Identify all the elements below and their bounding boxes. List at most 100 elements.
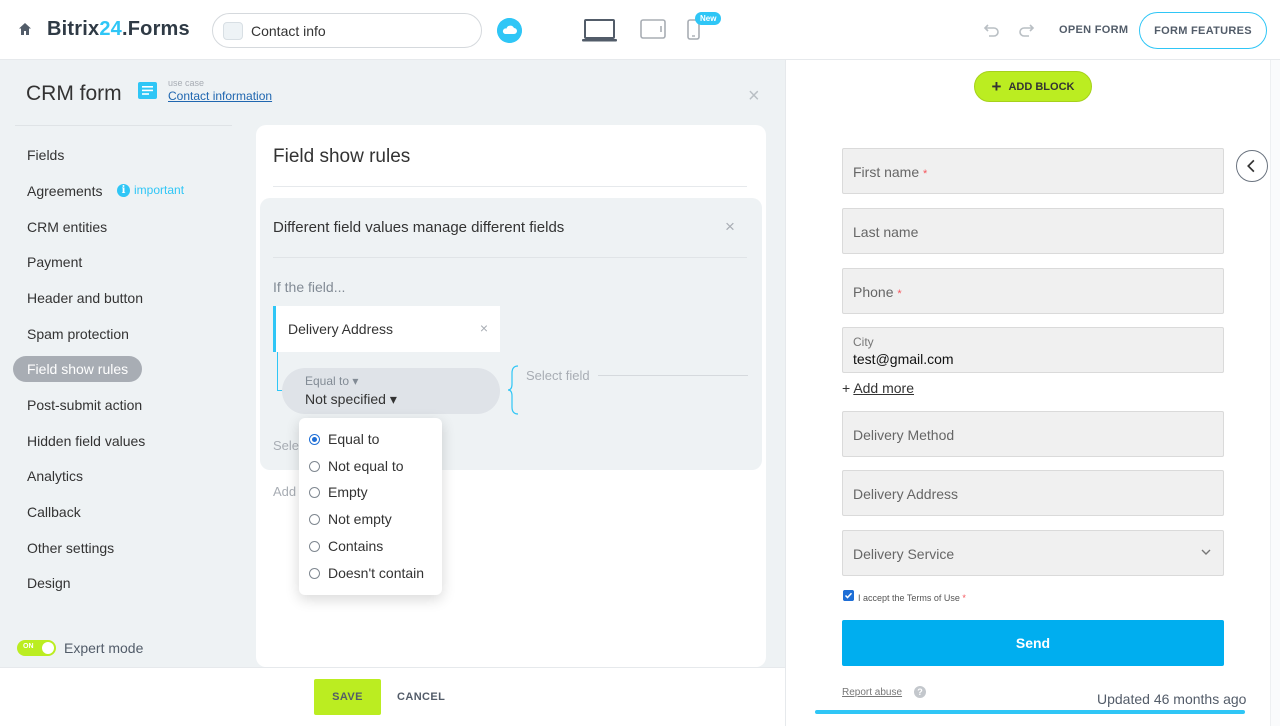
delivery-method-placeholder: Delivery Method bbox=[853, 427, 955, 443]
chevron-down-icon bbox=[1201, 549, 1211, 555]
first-name-placeholder: First name bbox=[853, 164, 920, 180]
delivery-address-placeholder: Delivery Address bbox=[853, 486, 959, 502]
operator-selector[interactable]: Equal to ▾ Not specified ▾ bbox=[282, 368, 500, 414]
expert-mode-label: Expert mode bbox=[64, 640, 144, 656]
redo-icon[interactable] bbox=[1018, 22, 1035, 38]
important-badge[interactable]: i important bbox=[117, 183, 184, 197]
updated-timestamp: Updated 46 months ago bbox=[1097, 691, 1247, 707]
preview-scrollbar[interactable] bbox=[1270, 60, 1280, 726]
delivery-service-placeholder: Delivery Service bbox=[853, 546, 955, 562]
nav-item-callback[interactable]: Callback bbox=[13, 499, 95, 525]
select-field-line bbox=[598, 375, 748, 376]
form-features-button[interactable]: FORM FEATURES bbox=[1139, 12, 1267, 49]
use-case-label: use case bbox=[168, 78, 205, 88]
nav-item-post-submit-action[interactable]: Post-submit action bbox=[13, 392, 156, 418]
add-rule-partial-text[interactable]: Add bbox=[273, 484, 296, 499]
nav-item-fields[interactable]: Fields bbox=[13, 142, 78, 168]
add-block-label: ADD BLOCK bbox=[1008, 80, 1075, 93]
city-value: test@gmail.com bbox=[853, 351, 954, 367]
terms-label: I accept the Terms of Use * bbox=[858, 593, 966, 603]
add-more-link[interactable]: + Add more bbox=[842, 380, 914, 396]
last-name-placeholder: Last name bbox=[853, 224, 919, 240]
plus-icon: + bbox=[842, 380, 851, 396]
nav-item-design[interactable]: Design bbox=[13, 570, 85, 596]
menu-item-not-equal-to[interactable]: Not equal to bbox=[309, 456, 404, 476]
phone-placeholder: Phone bbox=[853, 284, 894, 300]
connector-line bbox=[277, 352, 278, 390]
delivery-address-input[interactable]: Delivery Address bbox=[842, 470, 1224, 516]
menu-item-label: Empty bbox=[328, 484, 368, 500]
use-case-link[interactable]: Contact information bbox=[168, 89, 272, 103]
rule-block-divider bbox=[273, 257, 747, 258]
nav-item-spam-protection[interactable]: Spam protection bbox=[13, 321, 143, 347]
nav-item-crm-entities[interactable]: CRM entities bbox=[13, 214, 121, 240]
report-abuse-link[interactable]: Report abuse bbox=[842, 687, 902, 698]
preview-bottom-bar bbox=[815, 710, 1245, 714]
nav-item-hidden-field-values[interactable]: Hidden field values bbox=[13, 428, 159, 454]
first-name-input[interactable]: First name * bbox=[842, 148, 1224, 194]
plus-icon: + bbox=[991, 77, 1002, 96]
radio-icon bbox=[309, 513, 320, 525]
menu-item-label: Doesn't contain bbox=[328, 565, 425, 581]
phone-input[interactable]: Phone * bbox=[842, 268, 1224, 314]
menu-item-empty[interactable]: Empty bbox=[309, 482, 368, 502]
expert-mode-toggle[interactable]: ON bbox=[17, 640, 56, 656]
send-button[interactable]: Send bbox=[842, 620, 1224, 666]
add-more-label: Add more bbox=[853, 380, 915, 396]
radio-checked-icon bbox=[309, 433, 320, 445]
nav-item-payment[interactable]: Payment bbox=[13, 249, 96, 275]
nav-divider bbox=[15, 125, 232, 126]
nav-item-analytics[interactable]: Analytics bbox=[13, 463, 97, 489]
form-name-field[interactable]: Contact info bbox=[212, 13, 482, 48]
nav-item-other-settings[interactable]: Other settings bbox=[13, 535, 128, 561]
nav-item-agreements[interactable]: Agreements bbox=[13, 178, 116, 204]
terms-checkbox[interactable] bbox=[843, 590, 854, 601]
condition-field-name: Delivery Address bbox=[288, 321, 394, 337]
toggle-knob bbox=[42, 642, 54, 654]
select-field-link[interactable]: Select field bbox=[526, 368, 590, 383]
required-mark: * bbox=[897, 288, 902, 300]
add-block-button[interactable]: + ADD BLOCK bbox=[974, 71, 1092, 102]
condition-field-chip[interactable]: Delivery Address × bbox=[273, 306, 500, 352]
open-form-button[interactable]: OPEN FORM bbox=[1059, 24, 1128, 36]
menu-item-not-empty[interactable]: Not empty bbox=[309, 509, 392, 529]
menu-item-doesnt-contain[interactable]: Doesn't contain bbox=[309, 563, 424, 583]
info-icon: i bbox=[117, 183, 130, 197]
collapse-preview-button[interactable] bbox=[1236, 150, 1268, 182]
desktop-view-icon[interactable] bbox=[582, 19, 617, 43]
radio-icon bbox=[309, 460, 320, 472]
operator-dropdown-menu: Equal to Not equal to Empty Not empty Co… bbox=[299, 418, 442, 595]
city-label: City bbox=[853, 335, 874, 349]
menu-item-label: Equal to bbox=[328, 431, 380, 447]
menu-item-equal-to[interactable]: Equal to bbox=[309, 429, 379, 449]
tablet-view-icon[interactable] bbox=[640, 19, 666, 41]
cloud-save-icon[interactable] bbox=[497, 18, 522, 43]
city-input[interactable]: City test@gmail.com bbox=[842, 327, 1224, 373]
if-field-label: If the field... bbox=[273, 279, 346, 295]
menu-item-contains[interactable]: Contains bbox=[309, 536, 383, 556]
delivery-method-input[interactable]: Delivery Method bbox=[842, 411, 1224, 457]
remove-field-icon[interactable]: × bbox=[480, 320, 488, 336]
undo-icon[interactable] bbox=[983, 22, 1000, 38]
panel-close-icon[interactable]: × bbox=[748, 86, 760, 106]
radio-icon bbox=[309, 486, 320, 498]
radio-icon bbox=[309, 540, 320, 552]
new-badge: New bbox=[695, 12, 722, 25]
app-logo[interactable]: Bitrix24.Forms bbox=[47, 18, 190, 41]
delivery-service-select[interactable]: Delivery Service bbox=[842, 530, 1224, 576]
form-name-text: Contact info bbox=[251, 23, 326, 39]
rule-block-close-icon[interactable]: × bbox=[725, 218, 735, 235]
radio-icon bbox=[309, 567, 320, 579]
required-mark: * bbox=[923, 168, 928, 180]
save-button[interactable]: SAVE bbox=[314, 679, 381, 715]
last-name-input[interactable]: Last name bbox=[842, 208, 1224, 254]
rules-divider bbox=[273, 186, 747, 187]
nav-item-field-show-rules[interactable]: Field show rules bbox=[13, 356, 143, 382]
brace-connector bbox=[507, 365, 519, 415]
nav-item-header-and-button[interactable]: Header and button bbox=[13, 285, 157, 311]
footer-bar bbox=[0, 667, 785, 726]
help-icon[interactable]: ? bbox=[914, 686, 926, 698]
cancel-button[interactable]: CANCEL bbox=[397, 691, 445, 703]
home-icon[interactable] bbox=[18, 22, 32, 36]
select-partial-text[interactable]: Sele bbox=[273, 438, 299, 453]
